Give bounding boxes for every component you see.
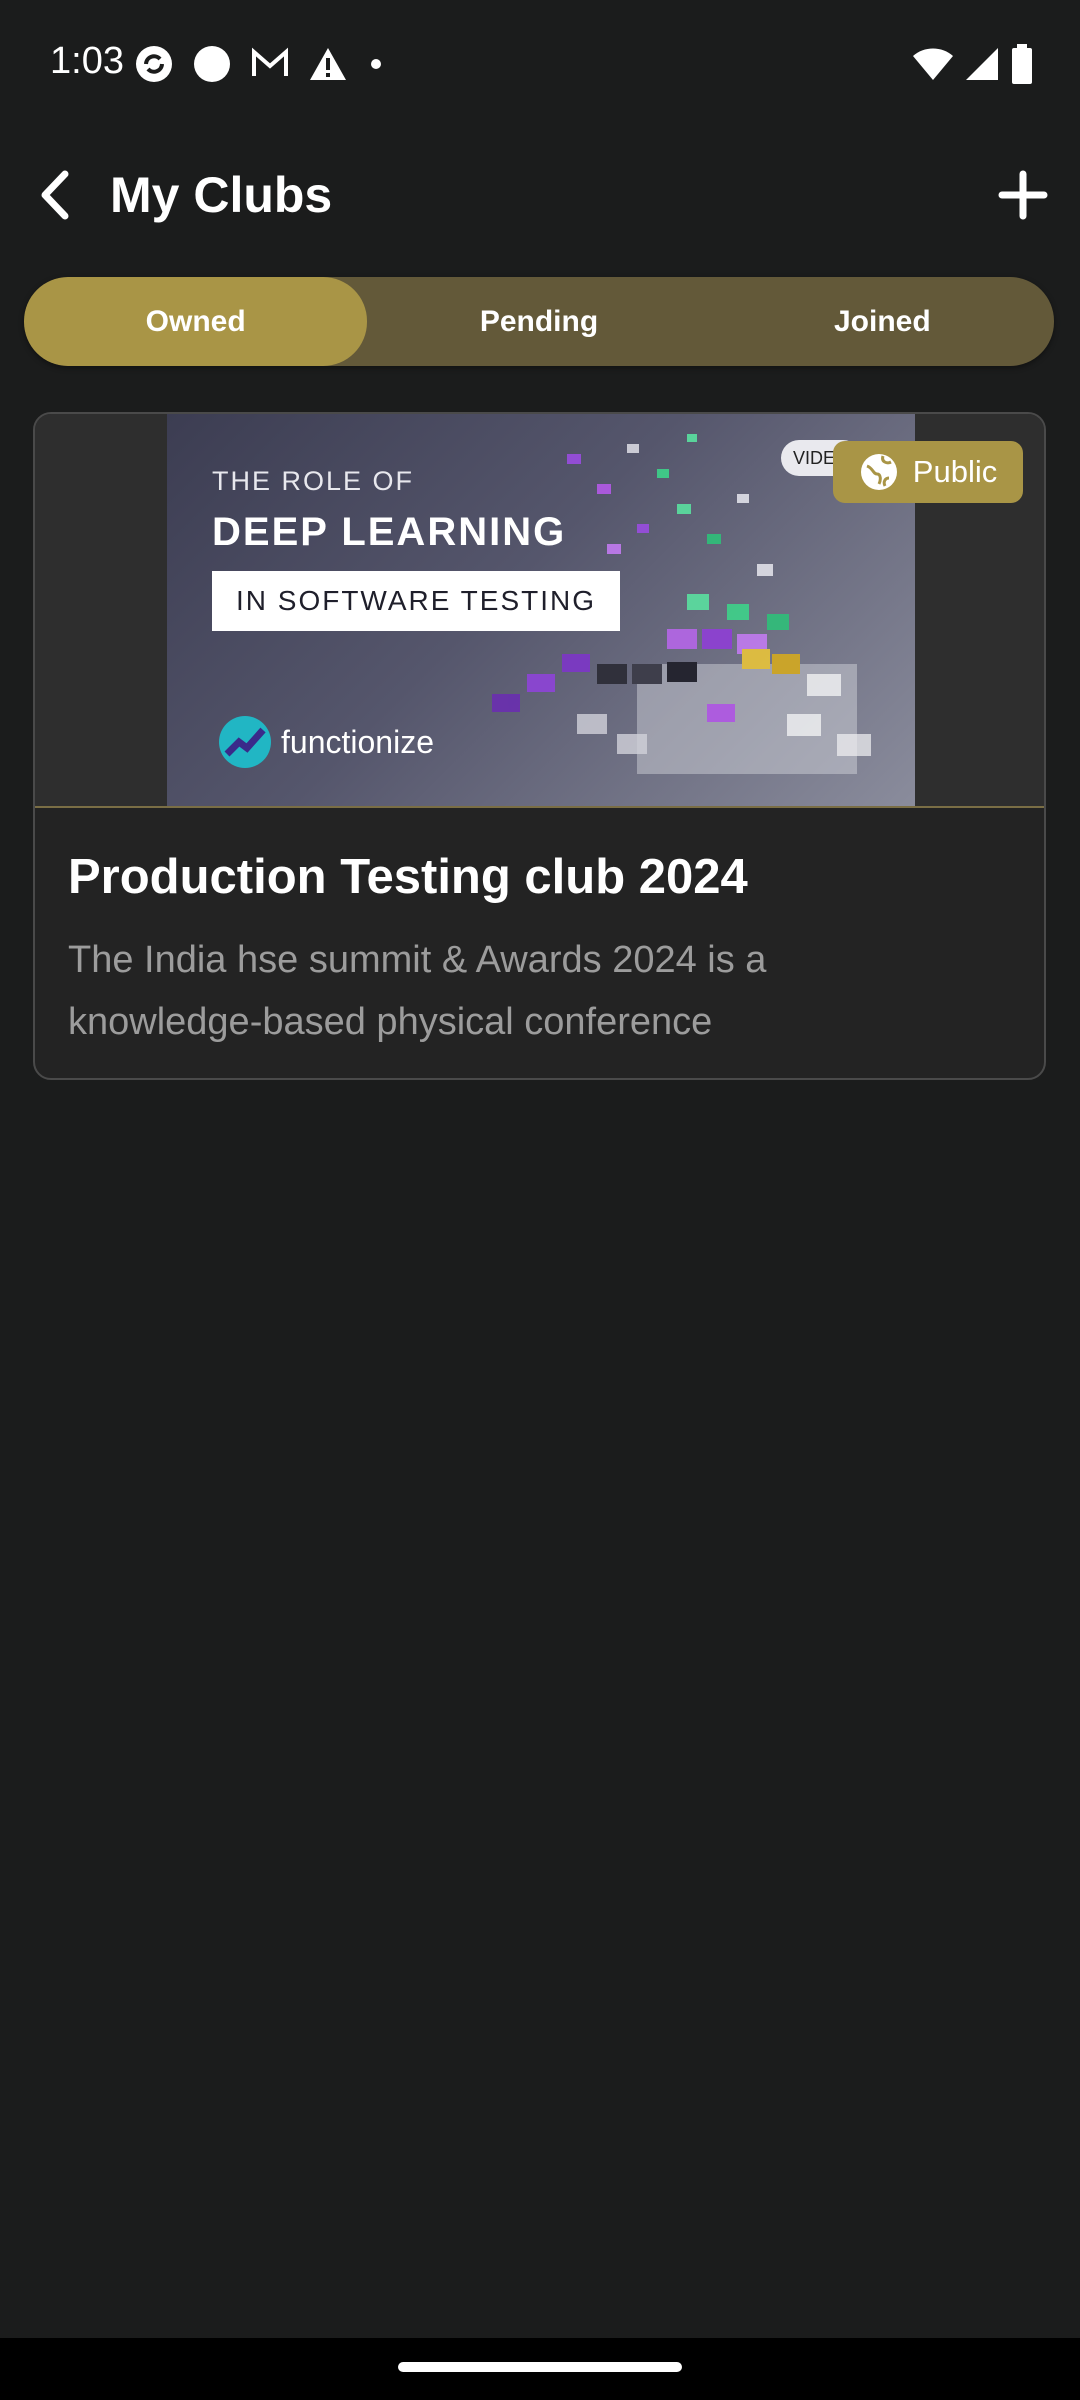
functionize-logo-text: functionize [281,723,434,760]
tab-joined[interactable]: Joined [711,277,1054,366]
battery-icon [1012,44,1032,84]
warning-icon [310,48,346,80]
tab-owned[interactable]: Owned [24,277,368,366]
globe-icon [860,454,897,490]
home-gesture-handle[interactable] [398,2362,682,2372]
tab-pending-label: Pending [479,304,599,338]
back-button[interactable] [20,158,90,232]
sync-icon [136,46,172,82]
system-icons [912,44,1034,84]
banner-line3: IN SOFTWARE TESTING [212,571,620,631]
plus-icon [998,170,1048,220]
club-banner-image: THE ROLE OF DEEP LEARNING IN SOFTWARE TE… [167,414,915,806]
status-time: 1:03 [50,40,124,82]
notification-icons [134,44,386,84]
functionize-logo-icon [219,716,271,768]
signal-icon [966,48,998,80]
club-card[interactable]: THE ROLE OF DEEP LEARNING IN SOFTWARE TE… [33,412,1046,1080]
club-image-area: THE ROLE OF DEEP LEARNING IN SOFTWARE TE… [35,414,1044,808]
club-title: Production Testing club 2024 [68,850,748,904]
dot-icon [371,59,381,69]
banner-line1: THE ROLE OF [212,466,415,496]
status-bar: 1:03 [0,0,1080,130]
public-label: Public [912,454,998,489]
public-badge: Public [833,441,1023,503]
club-tabs: Owned Pending Joined [24,277,1054,366]
circle-icon [194,46,230,82]
page-title: My Clubs [110,167,333,223]
club-description: The India hse summit & Awards 2024 is a … [68,939,767,1043]
wifi-icon [913,48,953,80]
tab-owned-label: Owned [145,304,246,338]
tab-pending[interactable]: Pending [367,277,710,366]
gmail-icon [252,47,288,76]
functionize-logo: functionize [217,714,434,770]
back-arrow-icon [41,170,69,220]
app-bar: My Clubs [0,150,1080,240]
tab-joined-label: Joined [833,304,931,338]
banner-line2: DEEP LEARNING [212,510,567,554]
add-club-button[interactable] [986,158,1060,232]
